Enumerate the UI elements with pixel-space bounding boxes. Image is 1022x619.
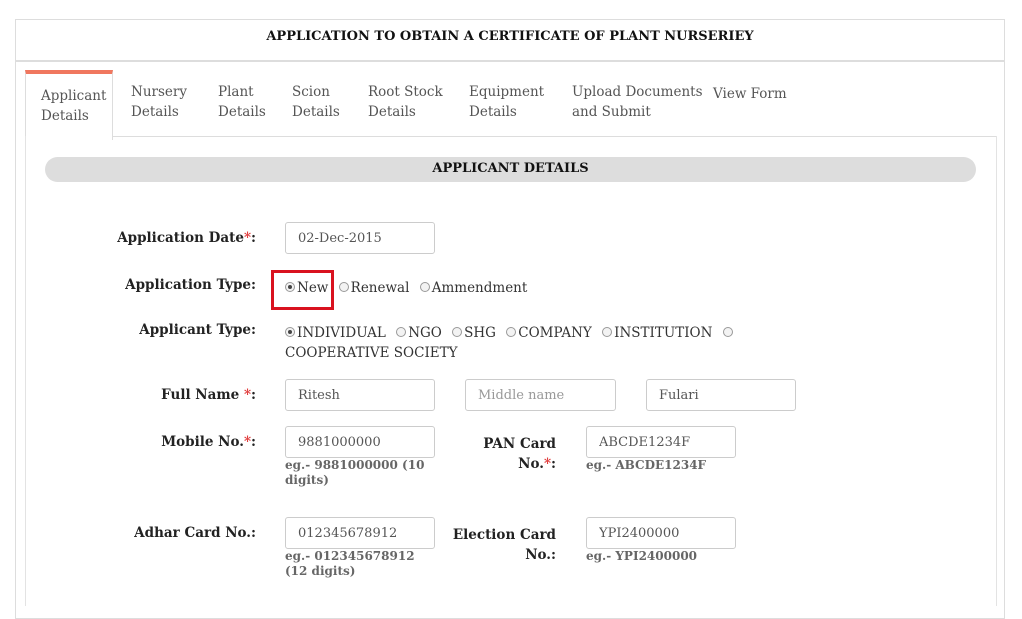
highlight-box	[271, 270, 334, 310]
tab-divider	[112, 136, 997, 137]
radio-cooperative-indicator	[722, 327, 733, 337]
form-title: APPLICATION TO OBTAIN A CERTIFICATE OF P…	[266, 29, 754, 44]
form-title-bar: APPLICATION TO OBTAIN A CERTIFICATE OF P…	[15, 19, 1005, 62]
radio-institution[interactable]: INSTITUTION	[602, 325, 712, 341]
section-title: APPLICANT DETAILS	[432, 161, 589, 176]
tab-root-stock-details[interactable]: Root Stock Details	[368, 82, 443, 122]
last-name-input[interactable]	[646, 379, 796, 411]
radio-individual-indicator	[285, 327, 295, 337]
application-date-label: Application Date*:	[117, 230, 256, 246]
tab-scion-details[interactable]: Scion Details	[292, 82, 340, 122]
mobile-input[interactable]	[285, 426, 435, 458]
pan-label: PAN Card No.*:	[483, 436, 556, 472]
election-input[interactable]	[586, 517, 736, 549]
mobile-hint: eg.- 9881000000 (10 digits)	[285, 458, 425, 487]
adhar-label: Adhar Card No.:	[134, 525, 256, 541]
middle-name-input[interactable]	[465, 379, 616, 411]
tab-applicant-details[interactable]: Applicant Details	[25, 70, 113, 140]
tab-upload-documents[interactable]: Upload Documents and Submit	[572, 82, 703, 122]
pan-hint: eg.- ABCDE1234F	[586, 458, 707, 472]
pan-input[interactable]	[586, 426, 736, 458]
radio-individual[interactable]: INDIVIDUAL	[285, 325, 386, 341]
radio-shg[interactable]: SHG	[452, 325, 496, 341]
tab-equipment-details[interactable]: Equipment Details	[469, 82, 544, 122]
applicant-type-label: Applicant Type:	[139, 322, 256, 338]
radio-renewal[interactable]: Renewal	[338, 280, 409, 296]
radio-ammendment[interactable]: Ammendment	[419, 280, 527, 296]
radio-company-indicator	[506, 327, 517, 337]
adhar-hint: eg.- 012345678912 (12 digits)	[285, 549, 415, 578]
tab-nursery-details[interactable]: Nursery Details	[131, 82, 187, 122]
election-label: Election Card No.:	[452, 527, 556, 563]
first-name-input[interactable]	[285, 379, 435, 411]
section-header: APPLICANT DETAILS	[45, 157, 976, 182]
election-hint: eg.- YPI2400000	[586, 549, 698, 563]
tab-view-form[interactable]: View Form	[713, 84, 787, 104]
radio-renewal-indicator	[338, 282, 349, 292]
full-name-label: Full Name *:	[161, 387, 256, 403]
radio-ngo-indicator	[396, 327, 407, 337]
radio-institution-indicator	[602, 327, 613, 337]
radio-ngo[interactable]: NGO	[396, 325, 442, 341]
adhar-input[interactable]	[285, 517, 435, 549]
tab-plant-details[interactable]: Plant Details	[218, 82, 266, 122]
panel-border-left	[25, 136, 26, 606]
application-type-label: Application Type:	[125, 277, 256, 293]
applicant-type-options: INDIVIDUAL NGO SHG COMPANY INSTITUTION C…	[285, 323, 795, 363]
radio-shg-indicator	[452, 327, 463, 337]
mobile-label: Mobile No.*:	[161, 434, 256, 450]
application-date-input[interactable]	[285, 222, 435, 254]
radio-company[interactable]: COMPANY	[506, 325, 592, 341]
panel-border-right	[996, 136, 997, 606]
radio-ammendment-indicator	[419, 282, 430, 292]
